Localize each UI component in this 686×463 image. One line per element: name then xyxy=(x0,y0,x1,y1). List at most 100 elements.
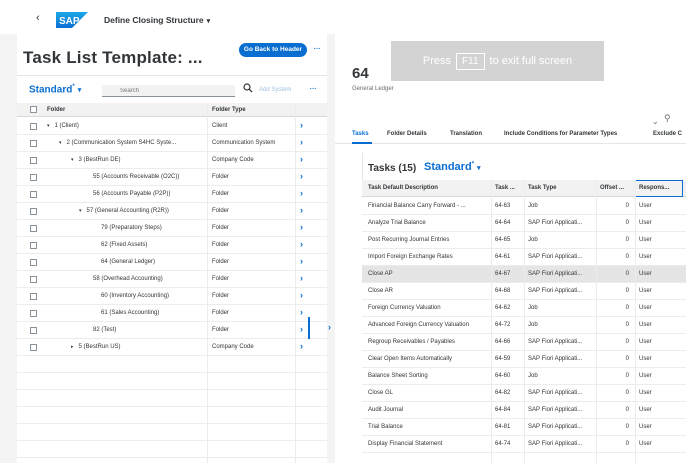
folder-type: Folder xyxy=(212,259,230,265)
chevron-right-icon[interactable]: › xyxy=(300,256,303,266)
tree-row[interactable]: ▾ 1 (Client) Client › xyxy=(17,118,327,135)
task-offset: 0 xyxy=(625,373,629,379)
row-checkbox[interactable] xyxy=(30,242,37,249)
tree-row[interactable]: 64 (General Ledger) Folder › xyxy=(17,254,327,271)
row-checkbox[interactable] xyxy=(30,191,37,198)
task-id: 64-61 xyxy=(495,254,511,260)
tab-tasks[interactable]: Tasks xyxy=(352,131,369,137)
tree-row[interactable]: 62 (Fixed Assets) Folder › xyxy=(17,237,327,254)
tree-row[interactable]: 61 (Sales Accounting) Folder › xyxy=(17,305,327,322)
collapse-toggle-icon[interactable]: ▸ xyxy=(71,344,74,350)
tree-row[interactable]: ▸ 5 (BestRun US) Company Code › xyxy=(17,339,327,356)
chevron-right-icon[interactable]: › xyxy=(300,273,303,283)
column-divider xyxy=(491,180,492,463)
folder-name: ▸ 5 (BestRun US) xyxy=(71,344,121,350)
chevron-right-icon[interactable]: › xyxy=(300,307,303,317)
tree-row[interactable]: 79 (Preparatory Steps) Folder › xyxy=(17,220,327,237)
row-checkbox[interactable] xyxy=(30,276,37,283)
chevron-right-icon[interactable]: › xyxy=(300,188,303,198)
row-checkbox[interactable] xyxy=(30,123,37,130)
task-description: Advanced Foreign Currency Valuation xyxy=(368,322,469,328)
expand-toggle-icon[interactable]: ▾ xyxy=(71,157,74,163)
task-id: 64-59 xyxy=(495,356,511,362)
search-input[interactable] xyxy=(102,85,235,97)
row-checkbox[interactable] xyxy=(30,293,37,300)
row-checkbox[interactable] xyxy=(30,310,37,317)
expand-toggle-icon[interactable]: ▾ xyxy=(79,208,82,214)
tab-include-conditions[interactable]: Include Conditions for Parameter Types xyxy=(504,131,617,137)
tree-row[interactable]: ▾ 3 (BestRun DE) Company Code › xyxy=(17,152,327,169)
chevron-right-icon[interactable]: › xyxy=(300,137,303,147)
task-responsible: User xyxy=(639,356,652,362)
task-type: SAP Fiori Applicati... xyxy=(528,424,583,430)
folder-name-text: 1 (Client) xyxy=(54,123,79,129)
more-icon[interactable]: ··· xyxy=(313,43,321,54)
task-type: Job xyxy=(528,203,538,209)
row-checkbox[interactable] xyxy=(30,174,37,181)
variant-selector[interactable]: Standard*▾ xyxy=(29,84,81,95)
chevron-right-icon[interactable]: › xyxy=(300,324,303,334)
empty-row xyxy=(17,390,327,407)
row-checkbox[interactable] xyxy=(30,225,37,232)
tab-bar: Tasks Folder Details Translation Include… xyxy=(335,126,686,144)
tree-row[interactable]: ▾ 2 (Communication System S4HC Syste... Co… xyxy=(17,135,327,152)
tree-row[interactable]: ▾ 57 (General Accounting (R2R)) Folder › xyxy=(17,203,327,220)
row-checkbox[interactable] xyxy=(30,327,37,334)
scrollbar[interactable] xyxy=(308,317,310,339)
tree-row[interactable]: 82 (Test) Folder › xyxy=(17,322,327,339)
tree-row[interactable]: 56 (Accounts Payable (P2P)) Folder › xyxy=(17,186,327,203)
task-description: Import Foreign Exchange Rates xyxy=(368,254,453,260)
column-header-folder[interactable]: Folder xyxy=(47,107,65,113)
task-type: Job xyxy=(528,237,538,243)
go-back-to-header-button[interactable]: Go Back to Header xyxy=(239,43,307,57)
expand-toggle-icon[interactable]: ▾ xyxy=(47,123,50,129)
task-id: 64-72 xyxy=(495,322,511,328)
tab-folder-details[interactable]: Folder Details xyxy=(387,131,427,137)
shell-bar: ‹ SAP Define Closing Structure ▾ xyxy=(0,0,686,34)
chevron-right-icon[interactable]: › xyxy=(300,341,303,351)
people-icon[interactable]: ⚲ xyxy=(664,113,671,124)
chevron-right-icon[interactable]: › xyxy=(328,322,331,332)
column-header-description[interactable]: Task Default Description xyxy=(368,185,438,191)
tasks-variant-selector[interactable]: Standard*▾ xyxy=(424,161,481,173)
folder-name-text: 60 (Inventory Accounting) xyxy=(101,293,170,299)
app-title[interactable]: Define Closing Structure ▾ xyxy=(104,15,210,25)
column-header-task-type[interactable]: Task Type xyxy=(528,185,556,191)
row-checkbox[interactable] xyxy=(30,140,37,147)
row-checkbox[interactable] xyxy=(30,157,37,164)
tree-row[interactable]: 55 (Accounts Receivable (O2C)) Folder › xyxy=(17,169,327,186)
tree-row[interactable]: 60 (Inventory Accounting) Folder › xyxy=(17,288,327,305)
chevron-right-icon[interactable]: › xyxy=(300,290,303,300)
tree-row[interactable]: 58 (Overhead Accounting) Folder › xyxy=(17,271,327,288)
chevron-right-icon[interactable]: › xyxy=(300,239,303,249)
expand-toggle-icon[interactable]: ▾ xyxy=(59,140,62,146)
pin-icon[interactable]: ⌄ xyxy=(652,117,659,126)
chevron-right-icon[interactable]: › xyxy=(300,154,303,164)
folder-type: Folder xyxy=(212,276,230,282)
task-description: Close AP xyxy=(368,271,393,277)
chevron-right-icon[interactable]: › xyxy=(300,120,303,130)
column-header-task-id[interactable]: Task ... xyxy=(495,185,515,191)
task-offset: 0 xyxy=(625,407,629,413)
select-all-checkbox[interactable] xyxy=(30,106,37,113)
tab-exclude-conditions[interactable]: Exclude C xyxy=(653,131,682,137)
task-id: 64-62 xyxy=(495,305,511,311)
chevron-right-icon[interactable]: › xyxy=(300,222,303,232)
row-checkbox[interactable] xyxy=(30,208,37,215)
add-system-button[interactable]: Add System xyxy=(259,87,291,93)
task-type: SAP Fiori Applicati... xyxy=(528,220,583,226)
chevron-down-icon: ▾ xyxy=(77,87,82,95)
chevron-right-icon[interactable]: › xyxy=(300,205,303,215)
row-checkbox[interactable] xyxy=(30,344,37,351)
back-button[interactable]: ‹ xyxy=(36,12,40,24)
pane-splitter[interactable] xyxy=(327,34,335,463)
row-checkbox[interactable] xyxy=(30,259,37,266)
tab-translation[interactable]: Translation xyxy=(450,131,482,137)
folder-type: Folder xyxy=(212,293,230,299)
chevron-right-icon[interactable]: › xyxy=(300,171,303,181)
sap-logo[interactable]: SAP xyxy=(56,12,88,28)
column-header-offset[interactable]: Offset ... xyxy=(600,185,624,191)
more-icon[interactable]: ··· xyxy=(309,83,317,94)
search-icon[interactable] xyxy=(243,83,253,93)
column-header-folder-type[interactable]: Folder Type xyxy=(212,107,246,113)
